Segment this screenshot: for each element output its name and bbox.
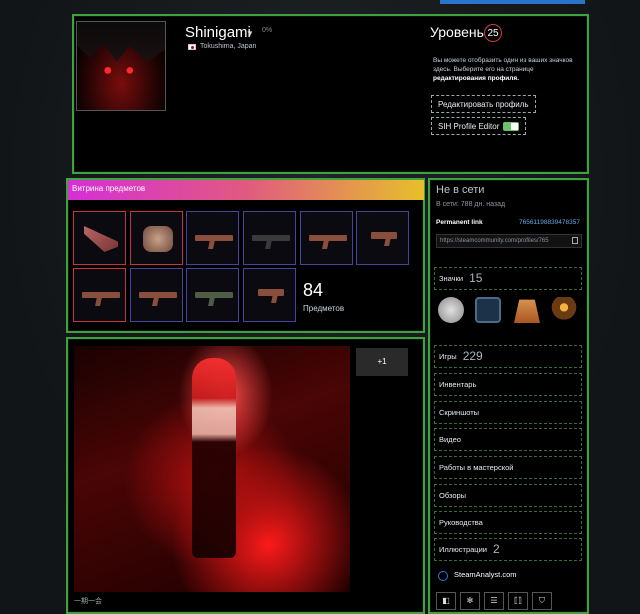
steam-id[interactable]: 76561198839478357 [519, 219, 580, 226]
artwork-image[interactable] [74, 346, 350, 592]
showcase-item[interactable] [243, 268, 296, 322]
videos-link[interactable]: Видео [434, 428, 582, 451]
bracket-icon[interactable]: ⟦⟧ [508, 592, 528, 610]
showcase-item[interactable] [130, 268, 183, 322]
artwork-caption: 一期一会 [74, 598, 102, 605]
level-title: Уровень [430, 24, 484, 40]
shield-icon[interactable]: ⛉ [532, 592, 552, 610]
profile-name: Shinigami [185, 24, 251, 41]
badge-lamp-icon[interactable] [551, 297, 577, 323]
gear-icon[interactable]: ✻ [460, 592, 480, 610]
profile-url-field[interactable]: https://steamcommunity.com/profiles/765 [436, 234, 582, 248]
badges-link[interactable]: Значки 15 [434, 267, 582, 290]
guides-link[interactable]: Руководства [434, 511, 582, 534]
sih-profile-editor-button[interactable]: SIH Profile Editor [431, 117, 527, 135]
list-icon[interactable]: ☰ [484, 592, 504, 610]
showcase-item[interactable] [186, 268, 239, 322]
level-badge: 25 [484, 24, 502, 42]
showcase-item[interactable] [300, 211, 353, 265]
external-site-icon[interactable]: ◧ [436, 592, 456, 610]
more-artwork-button[interactable]: +1 [356, 348, 408, 376]
showcase-item[interactable] [73, 268, 126, 322]
edit-profile-button[interactable]: Редактировать профиль [431, 95, 536, 113]
artwork-link[interactable]: Иллюстрации 2 [434, 538, 582, 561]
showcase-item[interactable] [356, 211, 409, 265]
steamanalyst-link[interactable]: SteamAnalyst.com [454, 570, 517, 579]
showcase-item[interactable] [130, 211, 183, 265]
reviews-link[interactable]: Обзоры [434, 484, 582, 507]
chevron-down-icon[interactable]: ▼ [246, 29, 254, 38]
badge-card-icon[interactable] [475, 297, 501, 323]
badge-coin-icon[interactable] [438, 297, 464, 323]
permanent-link-label: Permanent link [436, 219, 483, 226]
item-count-label: Предметов [303, 304, 345, 313]
profile-percent: 0% [262, 27, 273, 34]
showcase-item[interactable] [243, 211, 296, 265]
inventory-link[interactable]: Инвентарь [434, 373, 582, 396]
showcase-title: Витрина предметов [68, 180, 424, 200]
showcase-item[interactable] [73, 211, 126, 265]
toggle-icon[interactable] [503, 122, 520, 132]
edit-profile-link[interactable]: редактирования профиля [433, 75, 517, 82]
screenshots-link[interactable]: Скриншоты [434, 401, 582, 424]
showcase-item[interactable] [186, 211, 239, 265]
workshop-link[interactable]: Работы в мастерской [434, 456, 582, 479]
level-description: Вы можете отобразить один из ваших значк… [433, 57, 573, 82]
games-link[interactable]: Игры 229 [434, 345, 582, 368]
online-status: Не в сети [436, 184, 485, 196]
item-count: 84 [303, 280, 324, 300]
top-accent-bar [440, 0, 585, 4]
steamanalyst-icon [438, 571, 448, 581]
profile-location: Tokushima, Japan [200, 43, 257, 50]
copy-icon[interactable] [572, 237, 578, 244]
avatar[interactable] [76, 21, 166, 111]
last-seen: В сети: 788 дн. назад [436, 201, 506, 208]
japan-flag-icon [188, 44, 196, 50]
